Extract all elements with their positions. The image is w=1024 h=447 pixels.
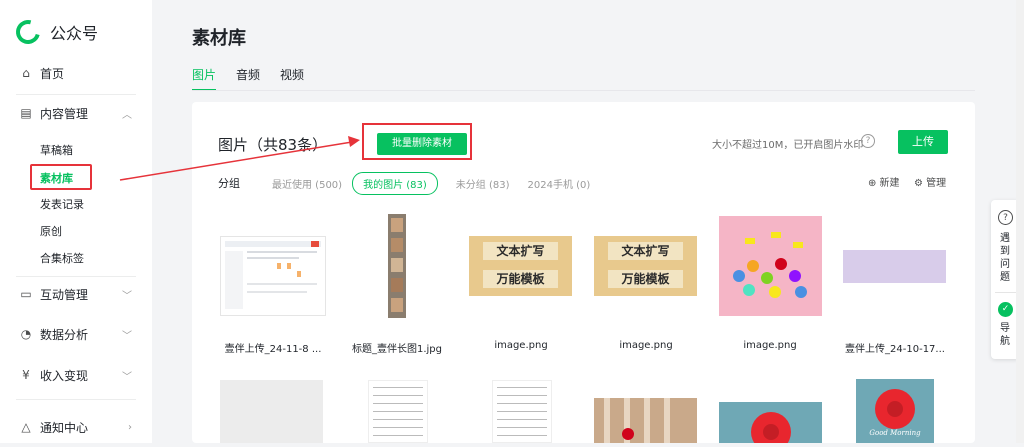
- image-thumbnail-screenshot[interactable]: [220, 236, 326, 316]
- image-thumbnail-long[interactable]: [388, 214, 406, 318]
- table-preview: [373, 387, 423, 436]
- image-name: 壹伴上传_24-11-8 ...: [224, 344, 322, 355]
- navigation-icon[interactable]: ✓: [998, 302, 1013, 317]
- sidebar-item-revenue[interactable]: ¥ 收入变现 ﹀: [0, 361, 152, 389]
- poster-text: 万能模板: [608, 270, 683, 288]
- manage-groups-button[interactable]: ⚙ 管理: [914, 174, 946, 189]
- chevron-down-icon: ﹀: [122, 290, 132, 302]
- curtain-preview: [604, 398, 670, 443]
- chevron-down-icon: ﹀: [122, 371, 132, 383]
- poster-text: 文本扩写: [608, 242, 683, 260]
- question-icon[interactable]: ?: [998, 210, 1013, 225]
- tabs-divider: [192, 90, 975, 91]
- screenshot-preview: [225, 241, 321, 309]
- image-name: image.png: [494, 340, 548, 351]
- new-group-button[interactable]: ⊕ 新建: [868, 174, 900, 189]
- image-thumbnail-blank[interactable]: [220, 380, 323, 443]
- image-thumbnail-table[interactable]: [492, 380, 552, 443]
- logo-icon: [11, 15, 45, 49]
- sidebar-item-interaction[interactable]: ▭ 互动管理 ﹀: [0, 280, 152, 308]
- sidebar-item-label: 内容管理: [40, 106, 89, 121]
- image-thumbnail-good-morning[interactable]: Good Morning: [856, 379, 934, 443]
- page-title: 素材库: [192, 28, 246, 49]
- upload-button[interactable]: 上传: [898, 130, 948, 154]
- tab-images[interactable]: 图片: [192, 66, 217, 91]
- home-icon: ⌂: [22, 66, 30, 80]
- chevron-down-icon: ﹀: [122, 330, 132, 342]
- divider: [995, 292, 1016, 293]
- chevron-up-icon: ︿: [122, 109, 132, 121]
- divider: [16, 276, 136, 277]
- nav-label[interactable]: 导航: [1000, 322, 1011, 348]
- sidebar-sub-collections[interactable]: 合集标签: [40, 250, 84, 266]
- sidebar-item-label: 通知中心: [40, 420, 89, 435]
- group-ungrouped[interactable]: 未分组 (83): [456, 176, 510, 191]
- app-name: 公众号: [50, 24, 99, 43]
- sidebar-item-content[interactable]: ▤ 内容管理 ︿: [0, 99, 152, 127]
- watermark-text: Good Morning: [869, 429, 921, 437]
- panel-title: 图片（共83条）: [218, 136, 328, 154]
- group-label: 分组: [218, 177, 240, 190]
- image-thumbnail-poster[interactable]: 文本扩写 万能模板: [469, 236, 572, 296]
- help-icon[interactable]: ?: [861, 134, 875, 148]
- sidebar-sub-published[interactable]: 发表记录: [40, 196, 84, 212]
- scrollbar[interactable]: [1016, 0, 1024, 443]
- chevron-right-icon: ›: [128, 421, 132, 433]
- media-tabs: 图片 音频 视频: [192, 66, 324, 91]
- yen-icon: ¥: [22, 368, 30, 382]
- image-thumbnail-lavender[interactable]: [843, 250, 946, 283]
- poster-text: 文本扩写: [483, 242, 558, 260]
- image-name: image.png: [743, 340, 797, 351]
- sidebar-item-label: 互动管理: [40, 287, 89, 302]
- poster-text: 万能模板: [483, 270, 558, 288]
- tab-video[interactable]: 视频: [280, 66, 304, 91]
- sidebar-item-label: 数据分析: [40, 327, 89, 342]
- group-2024-phone[interactable]: 2024手机 (0): [528, 176, 591, 191]
- sidebar-sub-original[interactable]: 原创: [40, 223, 62, 239]
- annotation-highlight-library: [30, 164, 92, 190]
- chat-icon: ▭: [20, 287, 32, 301]
- sidebar-item-notifications[interactable]: △ 通知中心 ›: [0, 413, 152, 441]
- sidebar-sub-drafts[interactable]: 草稿箱: [40, 142, 73, 158]
- image-library-panel: 图片（共83条） 批量删除素材 大小不超过10M，已开启图片水印 ? 上传 分组…: [192, 102, 975, 447]
- divider: [16, 399, 136, 400]
- sidebar-item-home[interactable]: ⌂ 首页: [0, 59, 152, 87]
- image-name: 壹伴上传_24-10-17...: [845, 344, 945, 355]
- sidebar: 公众号 ⌂ 首页 ▤ 内容管理 ︿ 草稿箱 素材库 发表记录 原创 合集标签 ▭…: [0, 0, 152, 443]
- document-icon: ▤: [20, 106, 32, 120]
- group-my-images[interactable]: 我的图片 (83): [352, 171, 438, 195]
- bell-icon: △: [21, 420, 31, 434]
- group-filter: 分组 最近使用 (500) 我的图片 (83) 未分组 (83) 2024手机 …: [218, 171, 608, 195]
- divider: [16, 94, 136, 95]
- pie-chart-icon: ◔: [20, 327, 32, 341]
- image-thumbnail-table[interactable]: [368, 380, 428, 443]
- cartoon-crowd-preview: [733, 232, 807, 298]
- size-hint: 大小不超过10M，已开启图片水印: [712, 140, 864, 151]
- logo[interactable]: 公众号: [11, 15, 99, 49]
- flower-preview: [751, 412, 791, 447]
- table-preview: [497, 387, 547, 436]
- group-recent[interactable]: 最近使用 (500): [272, 176, 342, 191]
- image-name: 标题_壹伴长图1.jpg: [351, 344, 442, 355]
- help-label[interactable]: 遇到问题: [1000, 232, 1011, 284]
- batch-delete-button[interactable]: 批量删除素材: [377, 133, 467, 155]
- image-thumbnail-flower[interactable]: [719, 402, 822, 447]
- image-name: image.png: [619, 340, 673, 351]
- image-thumbnail-curtain[interactable]: [594, 398, 697, 443]
- image-thumbnail-pink[interactable]: [719, 216, 822, 316]
- image-thumbnail-poster[interactable]: 文本扩写 万能模板: [594, 236, 697, 296]
- long-image-preview: [391, 218, 403, 312]
- sidebar-item-label: 收入变现: [40, 368, 89, 383]
- sidebar-item-analytics[interactable]: ◔ 数据分析 ﹀: [0, 320, 152, 348]
- tab-audio[interactable]: 音频: [236, 66, 260, 91]
- sidebar-item-label: 首页: [40, 66, 65, 81]
